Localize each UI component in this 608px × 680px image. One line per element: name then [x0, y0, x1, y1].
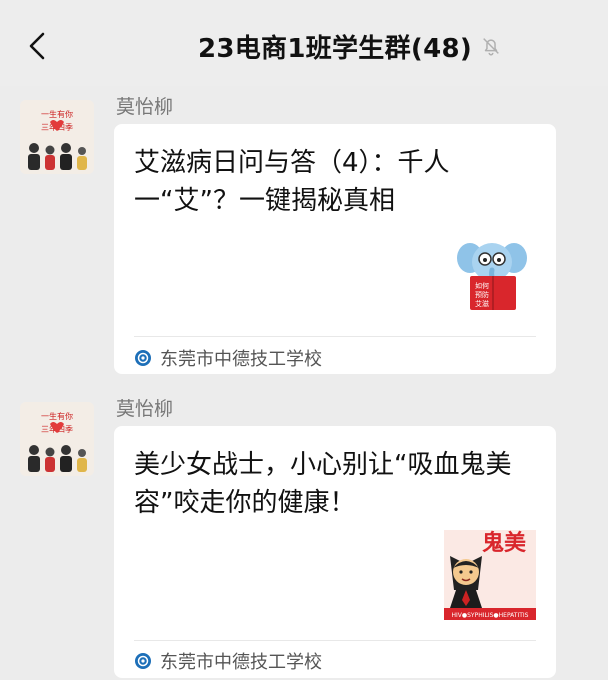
article-card[interactable]: 美少女战士，小心别让“吸血鬼美容”咬走你的健康！ 鬼美 HIV●SYPHILIS…	[114, 426, 556, 678]
thumb-text-1: 如何	[475, 281, 489, 290]
bell-off-icon	[483, 38, 499, 56]
article-thumbnail: 鬼美 HIV●SYPHILIS●HEPATITIS	[444, 530, 536, 620]
group-avatar-icon: 一生有你 三年四季	[20, 402, 94, 476]
chat-header: 23电商1班学生群(48)	[0, 0, 608, 86]
sender-name: 莫怡柳	[116, 398, 174, 420]
article-title: 艾滋病日问与答（4）：千人一“艾”？一键揭秘真相	[134, 148, 450, 216]
source-name: 东莞市中德技工学校	[160, 349, 322, 370]
vampire-emoji-icon: 鬼美 HIV●SYPHILIS●HEPATITIS	[444, 530, 536, 620]
article-source[interactable]: 东莞市中德技工学校	[134, 345, 322, 371]
chat-title: 23电商1班学生群(48)	[197, 33, 473, 64]
article-source[interactable]: 东莞市中德技工学校	[134, 648, 322, 674]
back-button[interactable]	[22, 29, 52, 63]
avatar[interactable]: 一生有你 三年四季	[20, 402, 94, 476]
avatar-text-1: 一生有你	[41, 411, 73, 421]
group-avatar-icon: 一生有你 三年四季	[20, 100, 94, 174]
thumb-text-3: 艾滋	[475, 299, 489, 308]
school-logo-icon	[135, 653, 151, 669]
chevron-left-icon	[29, 32, 45, 60]
avatar-text-1: 一生有你	[41, 109, 73, 119]
article-thumbnail: 如何 预防 艾滋	[454, 232, 530, 312]
source-name: 东莞市中德技工学校	[160, 652, 322, 673]
thumb-text-2: HIV●SYPHILIS●HEPATITIS	[451, 612, 528, 619]
sender-name: 莫怡柳	[116, 96, 174, 118]
card-divider	[134, 336, 536, 337]
thumb-text-2: 预防	[475, 290, 489, 299]
card-divider	[134, 640, 536, 641]
school-logo-icon	[135, 350, 151, 366]
chat-title-area: 23电商1班学生群(48)	[150, 28, 550, 64]
article-card[interactable]: 艾滋病日问与答（4）：千人一“艾”？一键揭秘真相 如何 预防 艾滋 东莞市中德技…	[114, 124, 556, 374]
article-title: 美少女战士，小心别让“吸血鬼美容”咬走你的健康！	[134, 450, 512, 518]
thumb-text-1: 鬼美	[482, 530, 527, 556]
avatar[interactable]: 一生有你 三年四季	[20, 100, 94, 174]
elephant-reading-book-icon: 如何 预防 艾滋	[457, 243, 527, 310]
